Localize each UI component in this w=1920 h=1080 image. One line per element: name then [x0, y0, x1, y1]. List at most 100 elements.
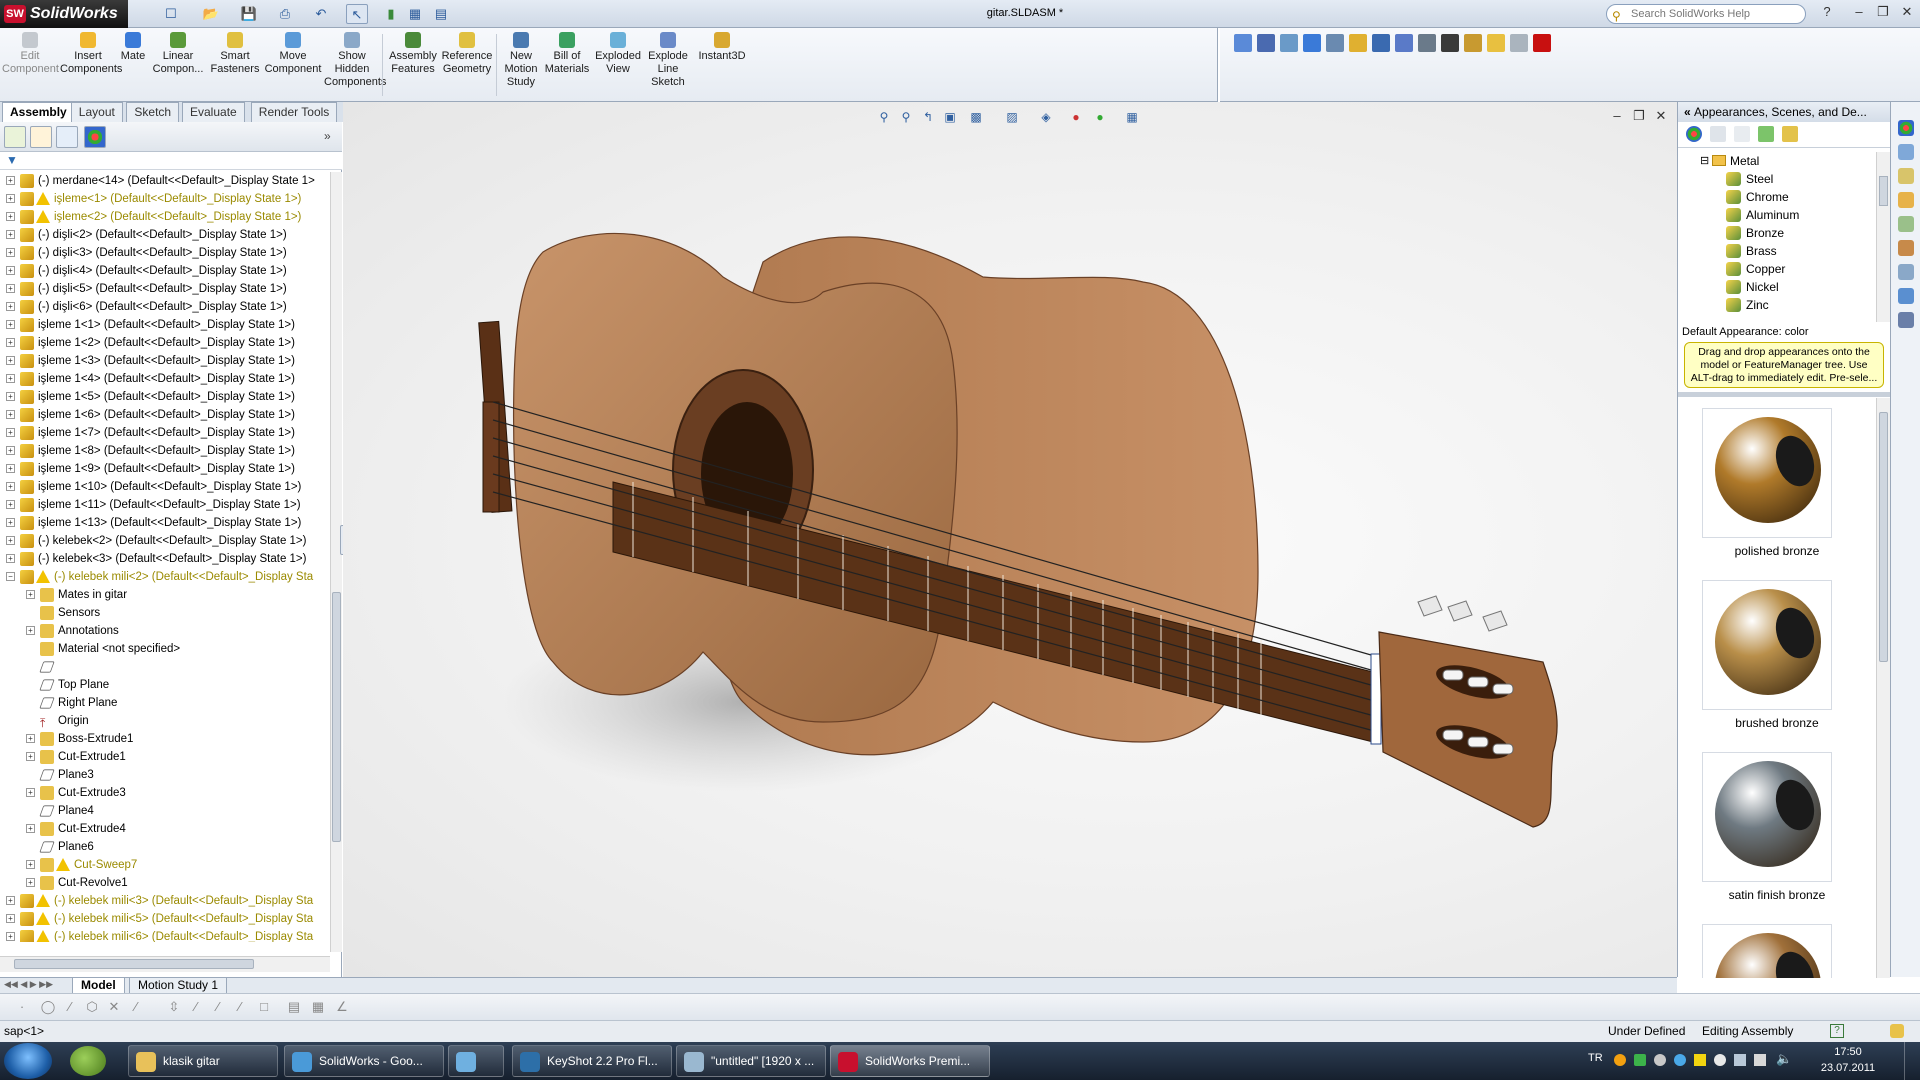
command-button-3[interactable]: Linear Compon...	[150, 30, 206, 100]
add-file-icon[interactable]	[1734, 126, 1750, 142]
point-icon[interactable]: ·	[14, 999, 30, 1015]
tree-expand-icon[interactable]: +	[26, 860, 35, 869]
tree-row[interactable]: + (-) kelebek mili<3> (Default<<Default>_…	[0, 892, 330, 910]
solidworks-logo[interactable]: SW SolidWorks	[0, 0, 128, 28]
tree-expand-icon[interactable]: +	[26, 752, 35, 761]
tree-row[interactable]	[0, 658, 330, 676]
tree-expand-icon[interactable]: +	[6, 482, 15, 491]
tree-row[interactable]: + (-) dişli<2> (Default<<Default>_Display…	[0, 226, 330, 244]
tray-app-icon-2[interactable]	[1634, 1054, 1646, 1066]
taskbar-item-5[interactable]: SolidWorks Premi...	[830, 1045, 990, 1077]
tree-expand-icon[interactable]: +	[6, 338, 15, 347]
tray-app-icon-1[interactable]	[1614, 1054, 1626, 1066]
trim-icon[interactable]: ✕	[106, 999, 122, 1015]
tab-nav-arrows-icon[interactable]: ◀◀ ◀ ▶ ▶▶	[4, 979, 53, 990]
swatches-scrollbar[interactable]	[1876, 398, 1890, 978]
tray-power-icon[interactable]	[1694, 1054, 1706, 1066]
rebuild-icon[interactable]: ▮	[380, 4, 402, 24]
taskbar-item-4[interactable]: "untitled" [1920 x ...	[676, 1045, 826, 1077]
angle-icon[interactable]: ∠	[334, 999, 350, 1015]
command-button-0[interactable]: Edit Component	[2, 30, 59, 100]
tree-row[interactable]: + Cut-Extrude1	[0, 748, 330, 766]
tree-expand-icon[interactable]: +	[26, 788, 35, 797]
new-document-icon[interactable]: ☐	[160, 4, 182, 24]
property-manager-tab-icon[interactable]	[30, 126, 52, 148]
tree-expand-icon[interactable]: +	[6, 194, 15, 203]
tree-row[interactable]: + işleme 1<10> (Default<<Default>_Display…	[0, 478, 330, 496]
grid-icon[interactable]: ▦	[310, 999, 326, 1015]
clock-time[interactable]: 17:50	[1818, 1046, 1878, 1058]
tree-expand-icon[interactable]: +	[6, 410, 15, 419]
tree-row[interactable]: + işleme 1<8> (Default<<Default>_Display …	[0, 442, 330, 460]
tray-flag-icon[interactable]	[1754, 1054, 1766, 1066]
library-scrollbar[interactable]	[1876, 152, 1890, 322]
tree-expand-icon[interactable]: −	[6, 572, 15, 581]
view-toolbar-icon-0[interactable]	[1234, 34, 1252, 52]
command-button-11[interactable]: Exploded View	[594, 30, 642, 100]
tree-expand-icon[interactable]: +	[6, 392, 15, 401]
construction-geometry-icon[interactable]: □	[256, 999, 272, 1015]
side-network-icon[interactable]	[1898, 288, 1914, 304]
side-search-icon[interactable]	[1898, 264, 1914, 280]
tree-row[interactable]: + (-) kelebek mili<5> (Default<<Default>_…	[0, 910, 330, 928]
print-icon[interactable]: ⎙	[274, 4, 296, 24]
command-button-1[interactable]: Insert Components	[60, 30, 122, 100]
tree-expand-icon[interactable]: +	[6, 176, 15, 185]
tree-row[interactable]: Material <not specified>	[0, 640, 330, 658]
feature-tree-tab-icon[interactable]	[4, 126, 26, 148]
move-up-icon[interactable]	[1782, 126, 1798, 142]
tree-expand-icon[interactable]: +	[6, 536, 15, 545]
tray-app-icon-3[interactable]	[1654, 1054, 1666, 1066]
bottom-tab-model[interactable]: Model	[72, 978, 125, 994]
appearance-swatch[interactable]	[1702, 752, 1832, 882]
close-icon[interactable]: ✕	[1896, 4, 1918, 22]
command-button-8[interactable]: Reference Geometry	[440, 30, 494, 100]
tree-expand-icon[interactable]: +	[26, 734, 35, 743]
tab-render-tools[interactable]: Render Tools	[250, 102, 338, 122]
tree-row[interactable]: + Cut-Extrude4	[0, 820, 330, 838]
taskbar-item-0[interactable]: klasik gitar	[128, 1045, 278, 1077]
tree-expand-icon[interactable]: +	[6, 356, 15, 365]
mirror-icon[interactable]: ⇳	[166, 999, 182, 1015]
tree-expand-icon[interactable]: +	[6, 266, 15, 275]
tray-update-icon[interactable]	[1714, 1054, 1726, 1066]
tree-expand-icon[interactable]: +	[6, 446, 15, 455]
tree-row[interactable]: + Mates in gitar	[0, 586, 330, 604]
metal-folder[interactable]: ⊟ Metal	[1700, 152, 1759, 170]
language-indicator[interactable]: TR	[1588, 1052, 1603, 1064]
graphics-area[interactable]: ⚲ ⚲ ↰ ▣ ▩ ▨ ◈ ● ● ▦ – ❐ ✕	[343, 102, 1677, 1072]
material-aluminum[interactable]: Aluminum	[1726, 206, 1799, 224]
view-toolbar-icon-1[interactable]	[1257, 34, 1275, 52]
side-appearances-icon[interactable]	[1898, 120, 1914, 136]
view-toolbar-icon-3[interactable]	[1303, 34, 1321, 52]
polygon-icon[interactable]: ⬡	[84, 999, 100, 1015]
tray-search-icon[interactable]	[1674, 1054, 1686, 1066]
file-properties-icon[interactable]: ▦	[404, 4, 426, 24]
tree-expand-icon[interactable]: +	[6, 230, 15, 239]
side-home-icon[interactable]	[1898, 144, 1914, 160]
view-toolbar-icon-10[interactable]	[1464, 34, 1482, 52]
restore-icon[interactable]: ❐	[1872, 4, 1894, 22]
tree-expand-icon[interactable]: +	[6, 500, 15, 509]
tree-row[interactable]: + işleme<2> (Default<<Default>_Display St…	[0, 208, 330, 226]
tab-evaluate[interactable]: Evaluate	[182, 102, 245, 122]
command-button-5[interactable]: Move Component	[264, 30, 322, 100]
panel-collapse-icon[interactable]: «	[1684, 105, 1694, 119]
view-toolbar-icon-11[interactable]	[1487, 34, 1505, 52]
side-palette-icon[interactable]	[1898, 216, 1914, 232]
tree-row[interactable]: + işleme 1<7> (Default<<Default>_Display …	[0, 424, 330, 442]
command-button-9[interactable]: New Motion Study	[502, 30, 540, 100]
swatches-scroll-thumb[interactable]	[1879, 412, 1888, 662]
tree-row[interactable]: + işleme 1<3> (Default<<Default>_Display …	[0, 352, 330, 370]
status-help-icon[interactable]: ?	[1830, 1024, 1844, 1038]
view-toolbar-icon-7[interactable]	[1395, 34, 1413, 52]
tree-row[interactable]: + (-) dişli<4> (Default<<Default>_Display…	[0, 262, 330, 280]
add-appearance-icon[interactable]	[1686, 126, 1702, 142]
command-button-10[interactable]: Bill of Materials	[542, 30, 592, 100]
tree-hscroll-thumb[interactable]	[14, 959, 254, 969]
help-button[interactable]: ?	[1816, 4, 1838, 22]
tab-assembly[interactable]: Assembly	[2, 102, 75, 122]
tree-row[interactable]: + işleme 1<4> (Default<<Default>_Display …	[0, 370, 330, 388]
tree-row[interactable]: + (-) kelebek<2> (Default<<Default>_Displ…	[0, 532, 330, 550]
material-chrome[interactable]: Chrome	[1726, 188, 1789, 206]
